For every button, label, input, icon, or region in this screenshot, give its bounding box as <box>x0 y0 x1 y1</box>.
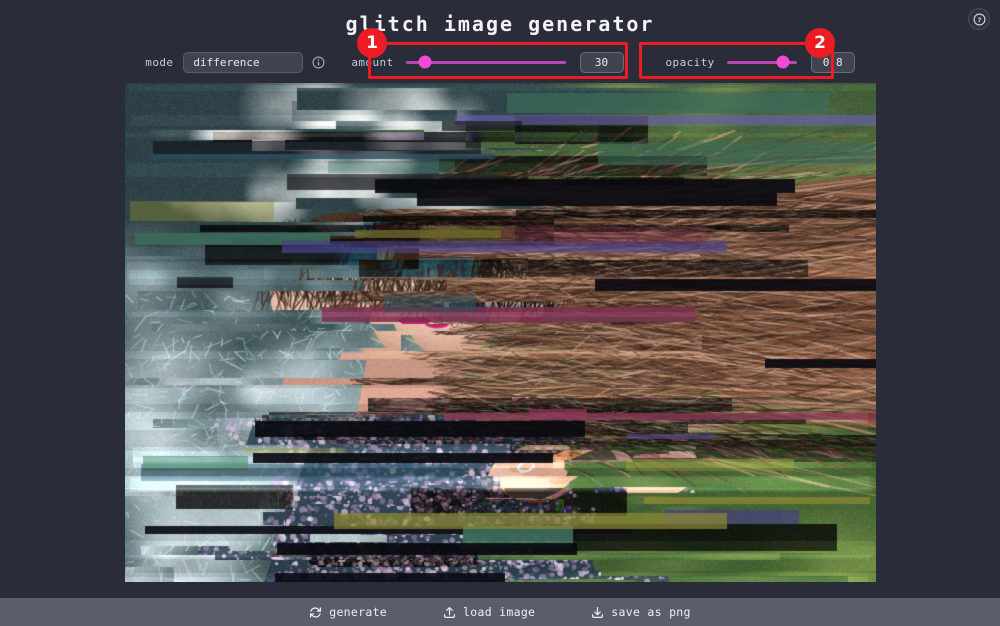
opacity-slider-thumb[interactable] <box>776 55 790 69</box>
page-title: glitch image generator <box>345 12 655 36</box>
svg-text:?: ? <box>977 15 981 23</box>
amount-label: amount <box>351 55 394 69</box>
mode-select-value: difference <box>193 55 260 69</box>
glitch-image-canvas[interactable] <box>125 83 876 582</box>
footer-toolbar: generate load image save as png <box>0 598 1000 626</box>
generate-button[interactable]: generate <box>309 605 387 619</box>
info-circle-icon <box>312 56 325 68</box>
mode-info-button[interactable] <box>312 56 325 69</box>
upload-icon <box>444 606 456 618</box>
amount-value: 30 <box>594 55 609 69</box>
download-icon <box>592 606 604 618</box>
opacity-slider[interactable] <box>726 55 797 69</box>
load-image-button-label: load image <box>463 605 536 619</box>
question-mark-circle-icon: ? <box>973 13 985 25</box>
mode-control-group: mode difference <box>145 51 325 73</box>
amount-value-input[interactable]: 30 <box>579 51 624 73</box>
amount-slider-thumb[interactable] <box>418 55 432 69</box>
save-as-png-button[interactable]: save as png <box>591 605 690 619</box>
save-as-png-button-label: save as png <box>611 605 691 619</box>
controls-bar: mode difference amount 30 opacity 0.8 <box>0 50 1000 74</box>
amount-slider[interactable] <box>405 55 566 69</box>
help-button[interactable]: ? <box>968 8 990 30</box>
app-root: glitch image generator ? mode difference… <box>0 0 1000 626</box>
mode-select[interactable]: difference <box>183 51 304 73</box>
generate-button-label: generate <box>329 605 388 619</box>
opacity-value-input[interactable]: 0.8 <box>810 51 855 73</box>
amount-control-group: amount 30 <box>351 51 624 73</box>
load-image-button[interactable]: load image <box>443 605 535 619</box>
opacity-value: 0.8 <box>822 55 843 69</box>
opacity-slider-track[interactable] <box>726 55 797 69</box>
opacity-label: opacity <box>665 55 715 69</box>
mode-label: mode <box>145 55 174 69</box>
opacity-control-group: opacity 0.8 <box>665 51 855 73</box>
glitch-canvas-surface[interactable] <box>125 83 876 582</box>
amount-slider-track[interactable] <box>405 55 566 69</box>
refresh-icon <box>310 606 322 618</box>
